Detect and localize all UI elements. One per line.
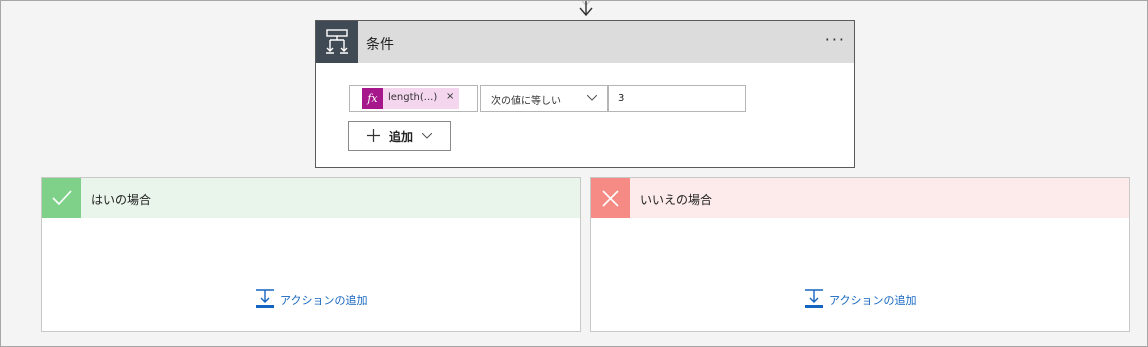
right-operand-input[interactable] <box>608 85 746 112</box>
canvas: 条件 ··· fx length(...) × 次の値に等しい 追加 <box>0 0 1148 347</box>
connector-arrow-icon <box>579 1 593 17</box>
token-remove-button[interactable]: × <box>446 91 454 102</box>
condition-icon <box>316 21 358 63</box>
plus-icon <box>367 129 380 142</box>
add-action-label: アクションの追加 <box>280 294 368 307</box>
token-label: length(...) <box>388 92 438 103</box>
add-action-icon <box>805 289 823 308</box>
no-branch-header[interactable]: いいえの場合 <box>591 178 1129 218</box>
more-options-button[interactable]: ··· <box>825 30 846 49</box>
add-button-label: 追加 <box>389 130 414 144</box>
add-action-label: アクションの追加 <box>829 294 917 307</box>
yes-branch-title: はいの場合 <box>91 193 152 207</box>
chevron-down-icon <box>587 95 597 101</box>
close-icon <box>591 178 630 218</box>
condition-card: 条件 ··· fx length(...) × 次の値に等しい 追加 <box>315 20 855 168</box>
left-operand-field[interactable]: fx length(...) × <box>349 85 478 112</box>
operator-value: 次の値に等しい <box>491 96 561 107</box>
no-branch-card: いいえの場合 アクションの追加 <box>590 177 1130 332</box>
no-branch-title: いいえの場合 <box>640 193 713 207</box>
yes-branch-card: はいの場合 アクションの追加 <box>41 177 581 332</box>
expression-token[interactable]: fx length(...) × <box>362 88 459 109</box>
condition-header[interactable]: 条件 ··· <box>316 21 854 63</box>
fx-icon: fx <box>362 88 383 109</box>
chevron-down-icon <box>422 133 432 139</box>
add-button[interactable]: 追加 <box>348 121 451 151</box>
checkmark-icon <box>42 178 81 218</box>
condition-title: 条件 <box>366 37 394 53</box>
operator-dropdown[interactable]: 次の値に等しい <box>480 85 608 112</box>
yes-branch-header[interactable]: はいの場合 <box>42 178 580 218</box>
add-action-icon <box>256 289 274 308</box>
